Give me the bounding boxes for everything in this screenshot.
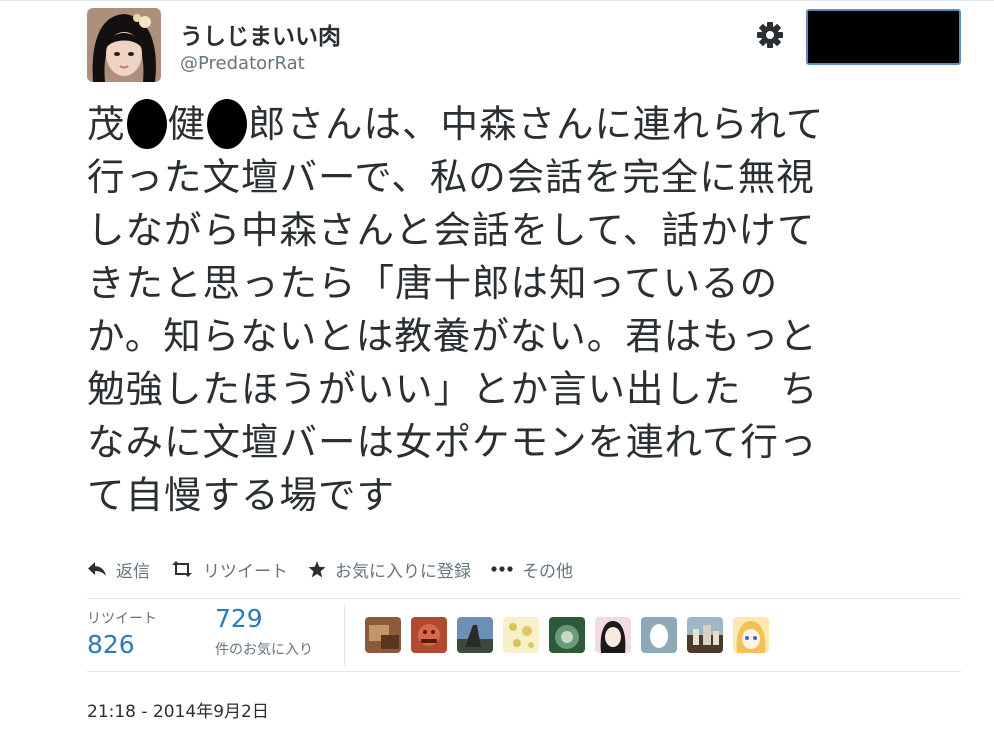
top-border [0,0,994,1]
favoriter-avatar[interactable] [457,617,493,653]
favoriter-avatars [365,617,779,653]
favoriter-avatar[interactable] [503,617,539,653]
tweet-line: 茂健郎さんは、中森さんに連れられて [87,98,947,151]
user-handle[interactable]: @PredatorRat [180,53,305,74]
favoriter-avatar[interactable] [641,617,677,653]
tweet-text-fragment: 茂 [87,102,126,146]
tweet-line: きたと思ったら「唐十郎は知っているの [87,261,779,305]
redaction-mark [207,99,247,149]
favorite-button[interactable]: お気に入りに登録 [308,557,471,582]
retweet-count-label: リツイート [87,611,157,627]
tweet-line: て自慢する場です [87,473,395,517]
favoriter-avatar[interactable] [687,617,723,653]
retweet-label: リツイート [203,561,288,582]
favoriter-avatar[interactable] [365,617,401,653]
stats-vertical-divider [344,604,345,666]
star-icon [308,560,326,577]
tweet-text-fragment: 健 [167,102,206,146]
tweet-actions: 返信 リツイート お気に入りに登録 その他 [87,555,593,583]
more-icon [491,566,513,572]
retweet-button[interactable]: リツイート [170,557,288,582]
favorite-count-label: 件のお気に入り [215,642,313,658]
reply-label: 返信 [116,561,150,582]
more-button[interactable]: その他 [491,557,573,582]
favorite-count[interactable]: 729 [215,604,263,633]
favoriter-avatar[interactable] [549,617,585,653]
retweet-count[interactable]: 826 [87,630,135,659]
favoriter-avatar[interactable] [595,617,631,653]
reply-button[interactable]: 返信 [87,557,150,582]
stats-bottom-divider [87,671,961,672]
tweet-timestamp[interactable]: 21:18 - 2014年9月2日 [87,697,269,722]
reply-icon [88,562,106,576]
tweet-line: 行った文壇バーで、私の会話を完全に無視 [87,155,815,199]
follow-button[interactable] [806,9,961,65]
tweet-line: しながら中森さんと会話をして、話かけて [87,208,816,252]
tweet-text-fragment: 郎さんは、中森さんに連れられて [248,102,825,146]
tweet-line: なみに文壇バーは女ポケモンを連れて行っ [87,420,818,464]
tweet-line: 勉強したほうがいい」とか言い出した ち [87,367,819,411]
favorite-label: お気に入りに登録 [335,561,471,582]
stats-top-divider [87,598,961,599]
avatar[interactable] [87,8,161,82]
favoriter-avatar[interactable] [411,617,447,653]
gear-icon[interactable] [755,20,785,50]
tweet-line: か。知らないとは教養がない。君はもっと [87,314,818,358]
retweet-icon [172,561,192,577]
display-name[interactable]: うしじまいい肉 [180,17,341,51]
more-label: その他 [522,561,573,582]
favoriter-avatar[interactable] [733,617,769,653]
tweet-text: 茂健郎さんは、中森さんに連れられて 行った文壇バーで、私の会話を完全に無視 しな… [87,98,947,522]
redaction-mark [126,99,167,149]
